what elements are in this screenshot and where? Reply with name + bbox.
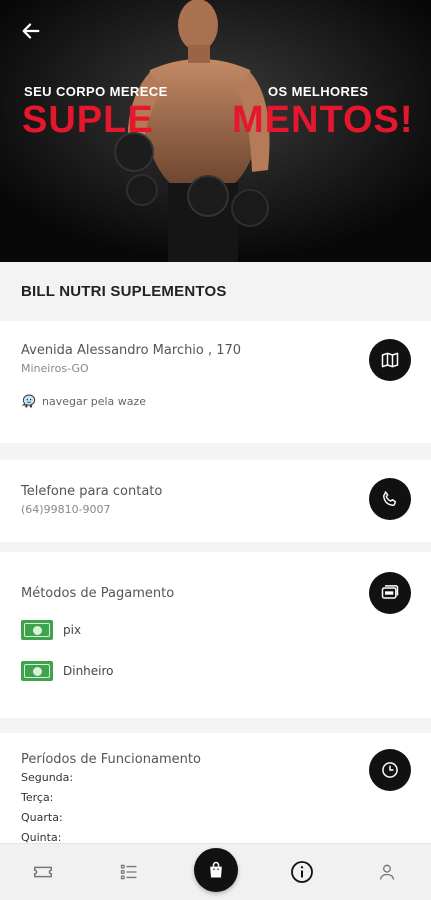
hours-day: Terça:	[21, 791, 54, 804]
waze-label: navegar pela waze	[42, 394, 147, 408]
waze-link[interactable]: navegar pela waze	[21, 393, 146, 409]
hours-label: Períodos de Funcionamento	[21, 752, 201, 767]
nav-tickets[interactable]	[27, 856, 59, 888]
bottom-navigation	[0, 843, 431, 900]
cash-icon	[21, 661, 53, 681]
nav-shopping-bag[interactable]	[194, 848, 238, 892]
hero-headline-left: SUPLE	[22, 99, 154, 141]
waze-icon	[21, 394, 36, 408]
payment-method-pix: pix	[21, 620, 81, 640]
hero-banner: SEU CORPO MERECE OS MELHORES SUPLE MENTO…	[0, 0, 431, 262]
info-icon	[291, 861, 313, 883]
shopping-bag-icon	[210, 861, 222, 878]
nav-profile[interactable]	[371, 856, 403, 888]
phone-label: Telefone para contato	[21, 484, 163, 499]
hero-tagline-right: OS MELHORES	[268, 84, 369, 99]
clock-icon	[382, 762, 398, 778]
address-card: Avenida Alessandro Marchio , 170 Mineiro…	[0, 321, 431, 443]
address-city: Mineiros-GO	[21, 362, 89, 375]
payment-method-cash: Dinheiro	[21, 661, 114, 681]
nav-list[interactable]	[113, 856, 145, 888]
phone-icon	[383, 491, 397, 506]
cash-icon	[21, 620, 53, 640]
hours-day: Segunda:	[21, 771, 74, 784]
list-icon	[120, 864, 137, 880]
phone-number[interactable]: (64)99810-9007	[21, 503, 111, 516]
payment-label: Métodos de Pagamento	[21, 586, 175, 601]
payment-method-label: Dinheiro	[63, 664, 114, 678]
payment-button[interactable]	[369, 572, 411, 614]
hero-headline-right: MENTOS!	[232, 99, 414, 141]
hours-day: Quarta:	[21, 811, 63, 824]
ticket-icon	[34, 866, 52, 878]
address-street: Avenida Alessandro Marchio , 170	[21, 343, 242, 358]
payment-method-label: pix	[63, 623, 82, 637]
store-name: BILL NUTRI SUPLEMENTOS	[21, 282, 227, 300]
store-title-bar: BILL NUTRI SUPLEMENTOS	[0, 262, 431, 320]
map-button[interactable]	[369, 339, 411, 381]
nav-info[interactable]	[286, 856, 318, 888]
hours-card: Períodos de Funcionamento Segunda: Terça…	[0, 733, 431, 853]
back-button[interactable]	[14, 14, 48, 48]
call-button[interactable]	[369, 478, 411, 520]
user-icon	[379, 864, 395, 880]
arrow-left-icon	[22, 23, 40, 39]
hours-button[interactable]	[369, 749, 411, 791]
wallet-icon	[381, 585, 399, 599]
payment-card: Métodos de Pagamento pix Dinheiro	[0, 552, 431, 718]
map-icon	[381, 352, 399, 368]
hero-tagline-left: SEU CORPO MERECE	[24, 84, 168, 99]
phone-card: Telefone para contato (64)99810-9007	[0, 460, 431, 542]
